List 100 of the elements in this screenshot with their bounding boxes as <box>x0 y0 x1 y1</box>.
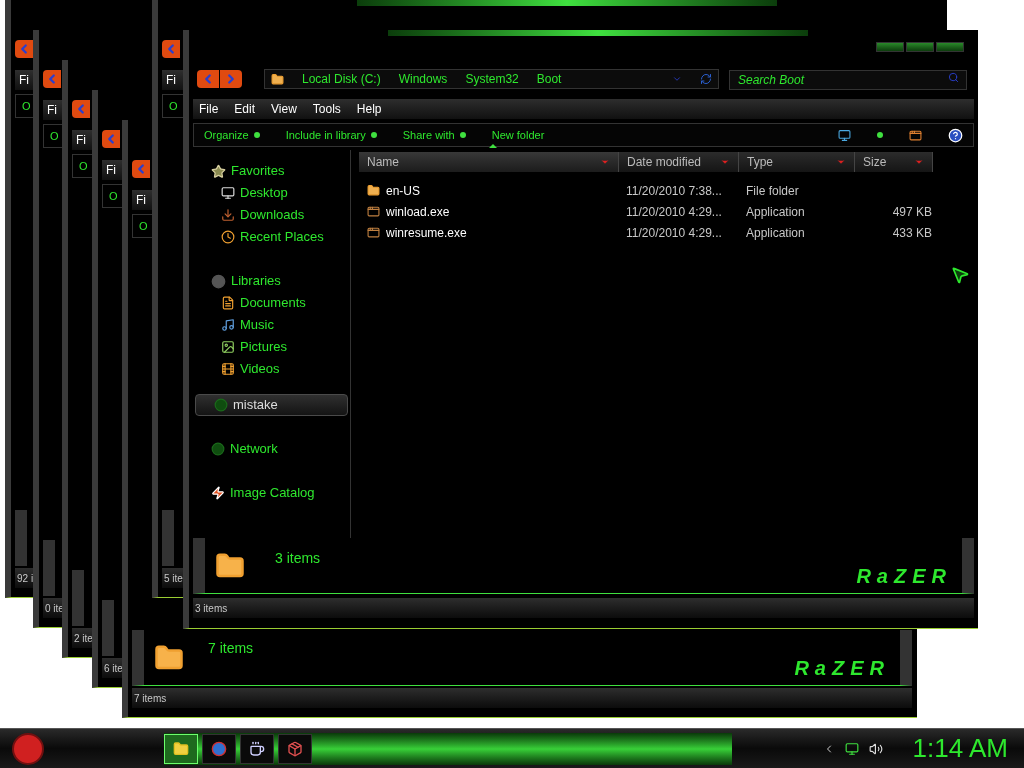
toolbar-button[interactable]: Include in library <box>285 126 377 144</box>
status-text: 6 ite <box>104 661 123 676</box>
download-icon <box>221 208 235 222</box>
toolbar-item[interactable]: O <box>50 127 59 145</box>
nav-item[interactable]: mistake <box>195 394 348 416</box>
back-button[interactable] <box>72 100 90 118</box>
help-icon[interactable] <box>948 127 963 143</box>
view-icon[interactable] <box>838 128 851 142</box>
forward-button[interactable] <box>220 70 242 88</box>
nav-item[interactable]: Image Catalog <box>193 482 350 504</box>
doc-icon <box>221 296 235 310</box>
back-button[interactable] <box>132 160 150 178</box>
breadcrumb[interactable]: Boot <box>536 70 562 88</box>
address-bar[interactable]: Local Disk (C:) Windows System32 Boot <box>264 69 719 89</box>
nav-item[interactable]: Videos <box>193 358 350 380</box>
status-text: 92 i <box>17 571 34 586</box>
menu-item[interactable]: Fi <box>166 71 176 89</box>
nav-item[interactable]: Documents <box>193 292 350 314</box>
file-name[interactable]: en-US <box>386 181 420 200</box>
nav-item[interactable]: Downloads <box>193 204 350 226</box>
recent-icon <box>221 230 235 244</box>
status-text: 2 ite <box>74 631 93 646</box>
search-icon[interactable] <box>948 72 959 83</box>
toolbar-item[interactable]: O <box>169 97 178 115</box>
folder-icon <box>271 72 284 86</box>
cup-icon <box>249 740 265 757</box>
back-button[interactable] <box>162 40 180 58</box>
maximize-button[interactable] <box>906 42 934 52</box>
star-icon <box>211 163 226 179</box>
type-cell-text: File folder <box>746 182 800 200</box>
column-header[interactable]: Date modified <box>619 152 739 172</box>
toolbar-item[interactable]: O <box>109 187 118 205</box>
menu-item[interactable]: File <box>199 100 219 118</box>
menu-item[interactable]: Edit <box>234 100 256 118</box>
menu-item[interactable]: Help <box>356 100 382 118</box>
type-cell-text: Application <box>746 224 806 242</box>
back-button[interactable] <box>197 70 219 88</box>
desktop-icon <box>221 186 235 200</box>
nav-item[interactable]: Desktop <box>193 182 350 204</box>
start-button[interactable] <box>12 732 44 765</box>
toolbar-button[interactable]: Organize <box>204 126 260 144</box>
toolbar-button[interactable]: Share with <box>402 126 466 144</box>
menu-item[interactable]: Tools <box>312 100 341 118</box>
nav-item[interactable]: Recent Places <box>193 226 350 248</box>
status-text: 5 ite <box>164 571 183 586</box>
file-name[interactable]: winload.exe <box>386 202 450 221</box>
toolbar-item[interactable]: O <box>79 157 88 175</box>
taskbar-button[interactable] <box>240 733 274 764</box>
menu-item[interactable]: View <box>271 100 297 118</box>
volume-icon[interactable] <box>868 741 883 756</box>
breadcrumb[interactable]: Local Disk (C:) <box>302 70 381 88</box>
menu-item[interactable]: Fi <box>47 101 57 119</box>
cursor-icon <box>950 265 970 285</box>
refresh-icon[interactable] <box>700 73 712 85</box>
preview-pane-icon[interactable] <box>909 128 922 142</box>
toolbar-item[interactable]: O <box>22 97 31 115</box>
nav-item[interactable]: Favorites <box>193 160 350 182</box>
nav-item[interactable]: Network <box>193 438 350 460</box>
search-field[interactable]: Search Boot <box>729 70 967 90</box>
minimize-button[interactable] <box>876 42 904 52</box>
back-button[interactable] <box>102 130 120 148</box>
orb-icon <box>214 398 228 412</box>
column-header[interactable]: Type <box>739 152 855 172</box>
dropdown-icon <box>836 157 846 167</box>
logo: RaZER <box>856 564 952 589</box>
file-name[interactable]: winresume.exe <box>386 223 467 242</box>
toolbar-button[interactable]: New folder <box>491 126 545 144</box>
dropdown-icon <box>720 157 730 167</box>
clock[interactable]: 1:14 AM <box>912 729 1008 768</box>
nav-item[interactable]: Pictures <box>193 336 350 358</box>
breadcrumb[interactable]: System32 <box>465 70 519 88</box>
browser-icon <box>211 740 227 757</box>
date-cell-text: 11/20/2010 4:29... <box>626 203 723 221</box>
breadcrumb[interactable]: Windows <box>398 70 448 88</box>
type-cell-text: Application <box>746 203 806 221</box>
menu-item[interactable]: Fi <box>136 191 146 209</box>
sort-arrow-icon <box>489 144 497 148</box>
back-button[interactable] <box>15 40 33 58</box>
logo: RaZER <box>794 656 890 681</box>
catalog-icon <box>211 486 225 500</box>
orb-icon <box>211 442 225 456</box>
folder-icon <box>367 184 380 197</box>
close-button[interactable] <box>936 42 964 52</box>
menu-item[interactable]: Fi <box>76 131 86 149</box>
nav-item[interactable]: Libraries <box>193 270 350 292</box>
status-text: 3 items <box>195 601 228 616</box>
dropdown-icon <box>672 74 682 84</box>
toolbar-item[interactable]: O <box>139 217 148 235</box>
archive-icon <box>287 740 303 757</box>
music-icon <box>221 318 235 332</box>
menu-item[interactable]: Fi <box>106 161 116 179</box>
date-cell-text: 11/20/2010 4:29... <box>626 224 723 242</box>
back-button[interactable] <box>43 70 61 88</box>
network-icon[interactable] <box>844 741 859 756</box>
application-icon <box>367 205 380 218</box>
nav-item[interactable]: Music <box>193 314 350 336</box>
menu-item[interactable]: Fi <box>19 71 29 89</box>
column-header[interactable]: Size <box>855 152 933 172</box>
dropdown-icon <box>600 157 610 167</box>
date-cell-text: 11/20/2010 7:38... <box>626 182 723 200</box>
